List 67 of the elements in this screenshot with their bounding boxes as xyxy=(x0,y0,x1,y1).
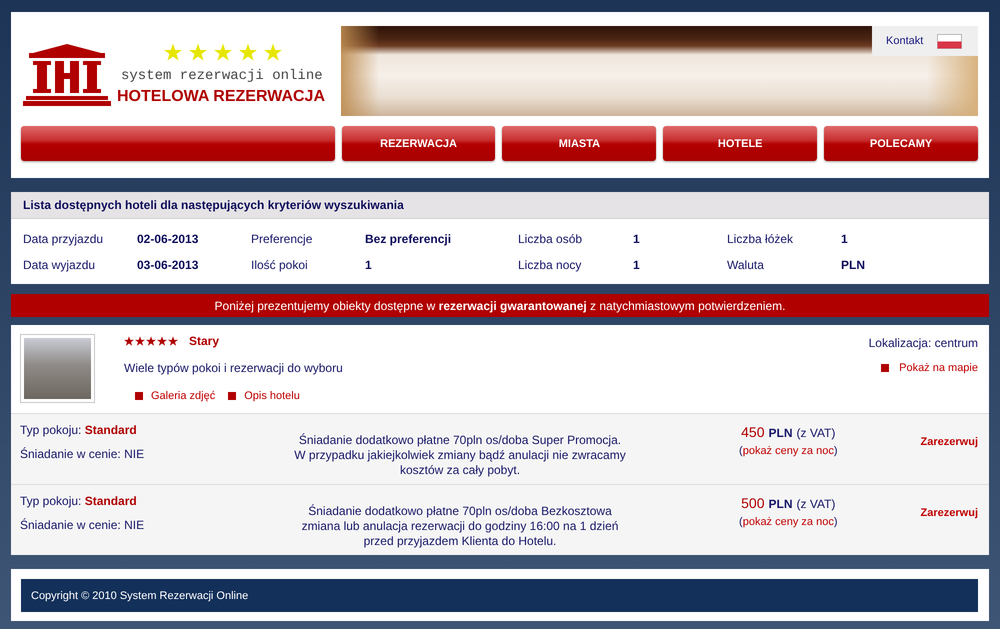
criteria-label: Ilość pokoi xyxy=(251,258,308,272)
room-type-label: Typ pokoju: xyxy=(20,494,82,508)
room-description: Śniadanie dodatkowo płatne 70pln os/doba Super Promocja. W przypadku jakiejkolwiek zmiany bądź anulacji nie zwracamy kosztów za cały pobyt. xyxy=(294,433,626,478)
hotel-link[interactable]: Opis hotelu xyxy=(244,390,300,402)
room-type-label: Typ pokoju: xyxy=(20,423,82,437)
price-currency: PLN xyxy=(768,425,792,442)
criteria-label: Waluta xyxy=(727,258,764,272)
star-icon xyxy=(214,43,232,61)
logo-tagline: system rezerwacji online xyxy=(121,68,324,84)
room-price: 500 xyxy=(741,494,764,513)
breakfast-info: Śniadanie w cenie: NIE xyxy=(20,446,144,462)
notice-text: Poniżej prezentujemy obiekty dostępne w rezerwacji gwarantowanej z natychmiastowym potwierdzeniem. xyxy=(214,298,786,312)
book-link[interactable]: Zarezerwuj xyxy=(920,507,978,519)
star-icon xyxy=(189,43,207,61)
price-currency: PLN xyxy=(768,496,792,513)
room-type: Standard xyxy=(84,494,137,508)
flag-icon[interactable] xyxy=(937,34,962,48)
breakfast-info: Śniadanie w cenie: NIE xyxy=(20,517,144,533)
star-icon xyxy=(168,336,178,346)
criteria-label: Liczba łóżek xyxy=(727,232,794,246)
criteria-value: 1 xyxy=(633,232,640,246)
criteria-value: 1 xyxy=(633,258,640,272)
map-link[interactable]: Pokaż na mapie xyxy=(899,362,978,374)
criteria-value: PLN xyxy=(841,258,865,272)
criteria-label: Preferencje xyxy=(251,232,312,246)
contact-link[interactable]: Kontakt xyxy=(886,35,924,47)
square-bullet-icon xyxy=(881,364,890,372)
star-icon xyxy=(264,43,282,61)
tax-note: (z VAT) xyxy=(796,425,836,442)
logo-title: HOTELOWA REZERWACJA xyxy=(117,87,326,107)
tax-note: (z VAT) xyxy=(796,496,836,513)
criteria-value: 1 xyxy=(365,258,372,272)
building-icon xyxy=(23,44,111,106)
book-link[interactable]: Zarezerwuj xyxy=(920,436,978,448)
criteria-value: 03-06-2013 xyxy=(137,258,198,272)
criteria-label: Data przyjazdu xyxy=(23,232,104,246)
criteria-value: Bez preferencji xyxy=(365,232,452,246)
hotel-location: Lokalizacja: centrum xyxy=(868,335,978,351)
star-icon xyxy=(164,43,182,61)
hotel-name: Stary xyxy=(189,334,220,348)
nav-button[interactable]: REZERWACJA xyxy=(342,126,496,161)
star-icon xyxy=(157,336,167,346)
nav-button[interactable]: POLECAMY xyxy=(824,126,978,161)
price-note: (pokaż ceny za noc) xyxy=(739,444,838,459)
room-description: Śniadanie dodatkowo płatne 70pln os/doba Bezkosztowa zmiana lub anulacja rezerwacji do godziny 16:00 na 1 dzień przed przyjazdem Klienta do Hotelu. xyxy=(302,504,618,549)
square-bullet-icon xyxy=(135,392,143,400)
criteria-label: Data wyjazdu xyxy=(23,258,96,272)
copyright-text: Copyright © 2010 System Rezerwacji Online xyxy=(31,590,248,602)
criteria-value: 1 xyxy=(841,232,848,246)
nightly-prices-link[interactable]: pokaż ceny za noc xyxy=(742,445,834,457)
square-bullet-icon xyxy=(228,392,236,400)
hotel-link[interactable]: Galeria zdjęć xyxy=(151,390,216,402)
nav-button[interactable]: HOTELE xyxy=(663,126,818,161)
hotel-description: Wiele typów pokoi i rezerwacji do wyboru xyxy=(124,360,343,376)
star-icon xyxy=(239,43,257,61)
room-price: 450 xyxy=(741,423,764,442)
price-note: (pokaż ceny za noc) xyxy=(739,515,838,530)
star-icon xyxy=(146,336,156,346)
nightly-prices-link[interactable]: pokaż ceny za noc xyxy=(742,516,834,528)
criteria-label: Liczba nocy xyxy=(518,258,582,272)
criteria-label: Liczba osób xyxy=(518,232,582,246)
room-type: Standard xyxy=(84,423,137,437)
section-title: Lista dostępnych hoteli dla następujących kryteriów wyszukiwania xyxy=(23,198,404,212)
star-icon xyxy=(124,336,134,346)
star-icon xyxy=(135,336,145,346)
nav-button[interactable]: MIASTA xyxy=(502,126,656,161)
criteria-value: 02-06-2013 xyxy=(137,232,198,246)
